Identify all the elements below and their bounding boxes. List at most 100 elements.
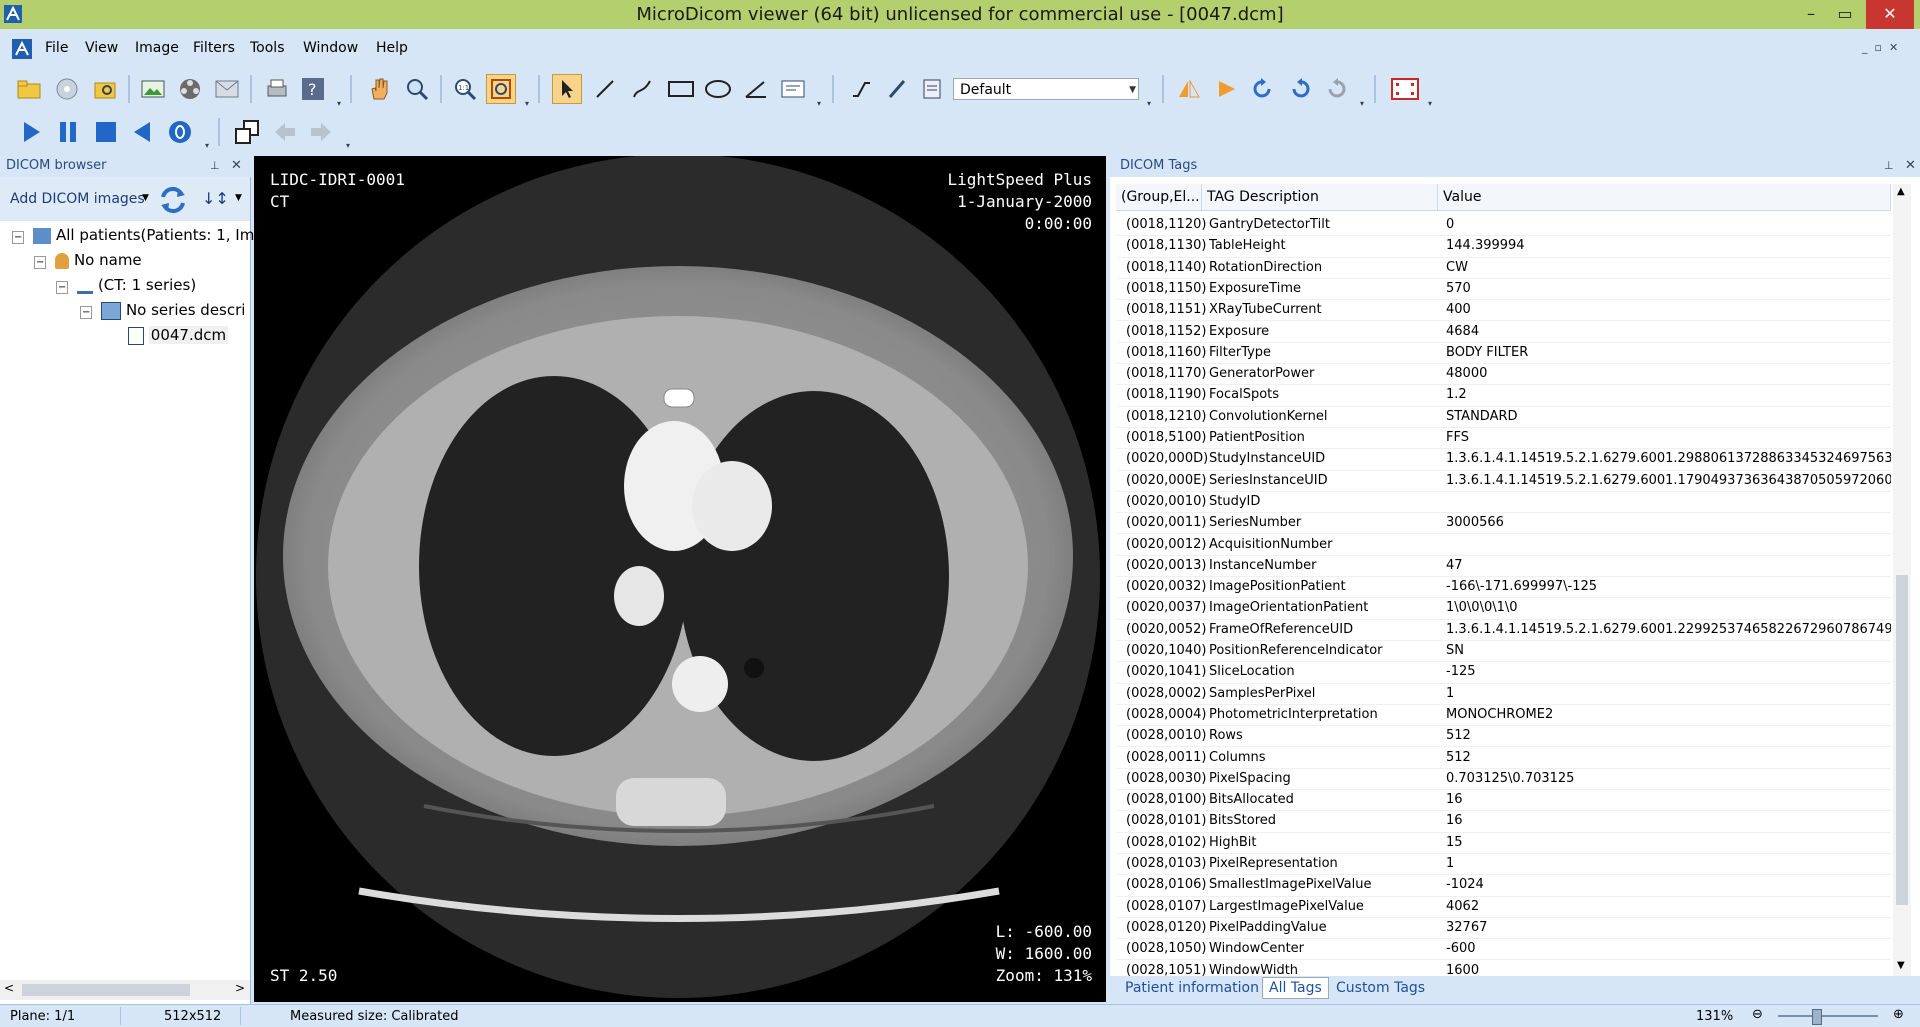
zoom-icon[interactable] (402, 74, 432, 104)
table-row[interactable]: (0018,1190) FocalSpots 1.2 (1116, 384, 1891, 407)
collapse-icon[interactable]: − (80, 306, 93, 319)
table-row[interactable]: (0020,0052) FrameOfReferenceUID 1.3.6.1.4.… (1116, 619, 1891, 641)
close-panel-icon[interactable]: ✕ (231, 155, 242, 177)
tags-scroll-thumb[interactable] (1896, 575, 1908, 905)
tab-all-tags[interactable]: All Tags (1262, 977, 1329, 999)
table-row[interactable]: (0028,1050) WindowCenter -600 (1116, 938, 1891, 961)
line-tool-icon[interactable] (590, 74, 620, 104)
table-row[interactable]: (0028,0030) PixelSpacing 0.703125\0.703125 (1116, 768, 1891, 791)
export-image-icon[interactable] (138, 74, 168, 104)
pin-icon[interactable]: ⊥ (210, 155, 220, 177)
table-row[interactable]: (0020,000E) SeriesInstanceUID 1.3.6.1.4.1.… (1116, 470, 1891, 492)
zoom-actual-size-icon[interactable]: 1:1 (450, 74, 480, 104)
image-viewer[interactable]: LIDC-IDRI-0001 CT LightSpeed Plus 1-Janu… (254, 156, 1106, 1002)
table-row[interactable]: (0020,0013) InstanceNumber 47 (1116, 555, 1891, 578)
table-row[interactable]: (0028,0100) BitsAllocated 16 (1116, 789, 1891, 812)
table-row[interactable]: (0028,0107) LargestImagePixelValue 4062 (1116, 896, 1891, 918)
window-level-curve-icon[interactable] (846, 74, 876, 104)
layout-grid-icon[interactable] (1390, 74, 1420, 104)
scroll-up-icon[interactable]: ▲ (1897, 186, 1905, 197)
table-row[interactable]: (0018,1120) GantryDetectorTilt 0 (1116, 214, 1891, 237)
maximize-button[interactable]: ▭ (1828, 0, 1862, 29)
menu-image[interactable]: Image (135, 40, 179, 56)
ellipse-tool-icon[interactable] (703, 74, 733, 104)
fit-to-window-icon[interactable] (486, 74, 516, 104)
scan-folder-icon[interactable] (90, 74, 120, 104)
table-row[interactable]: (0018,1170) GeneratorPower 48000 (1116, 363, 1891, 386)
table-row[interactable]: (0018,1151) XRayTubeCurrent 400 (1116, 299, 1891, 322)
table-row[interactable]: (0028,0102) HighBit 15 (1116, 832, 1891, 854)
table-row[interactable]: (0028,1051) WindowWidth 1600 (1116, 960, 1891, 977)
table-row[interactable]: (0020,0011) SeriesNumber 3000566 (1116, 512, 1891, 535)
scroll-left-icon[interactable]: < (4, 981, 14, 995)
tree-item-all-patients[interactable]: − All patients(Patients: 1, Ima (12, 223, 264, 248)
tab-custom-tags[interactable]: Custom Tags (1336, 977, 1425, 999)
send-email-icon[interactable] (212, 74, 242, 104)
toolbar-grip[interactable]: ▾ (1360, 99, 1368, 108)
column-header-value[interactable]: Value (1438, 184, 1891, 211)
toolbar-grip[interactable]: ▾ (1147, 99, 1155, 108)
table-row[interactable]: (0018,1140) RotationDirection CW (1116, 257, 1891, 279)
flip-vertical-icon[interactable] (1212, 74, 1242, 104)
collapse-icon[interactable]: − (34, 256, 47, 269)
menu-tools[interactable]: Tools (250, 40, 285, 56)
help-icon[interactable]: ? (298, 74, 328, 104)
table-row[interactable]: (0028,0010) Rows 512 (1116, 725, 1891, 748)
play-icon[interactable] (16, 117, 46, 147)
table-row[interactable]: (0020,0032) ImagePositionPatient -166\-171… (1116, 576, 1891, 599)
rotate-right-icon[interactable] (1285, 74, 1315, 104)
toolbar-grip[interactable]: ▾ (1428, 99, 1436, 108)
window-level-settings-icon[interactable] (918, 74, 948, 104)
export-movie-icon[interactable] (175, 74, 205, 104)
table-row[interactable]: (0028,0002) SamplesPerPixel 1 (1116, 683, 1891, 705)
table-row[interactable]: (0028,0120) PixelPaddingValue 32767 (1116, 917, 1891, 940)
table-row[interactable]: (0018,1160) FilterType BODY FILTER (1116, 342, 1891, 365)
table-row[interactable]: (0018,5100) PatientPosition FFS (1116, 427, 1891, 450)
zoom-slider-handle[interactable] (1812, 1009, 1822, 1025)
column-header-group[interactable]: (Group,El... (1116, 184, 1202, 211)
table-row[interactable]: (0020,0012) AcquisitionNumber (1116, 534, 1891, 556)
toolbar-grip[interactable]: ▾ (346, 141, 354, 150)
app-menu-icon[interactable] (12, 39, 32, 59)
table-row[interactable]: (0020,1040) PositionReferenceIndicator SN (1116, 640, 1891, 663)
scroll-thumb[interactable] (22, 984, 190, 996)
menu-window[interactable]: Window (303, 40, 358, 56)
menu-view[interactable]: View (85, 40, 118, 56)
back-arrow-icon[interactable] (270, 117, 300, 147)
loop-icon[interactable] (165, 117, 195, 147)
close-panel-icon[interactable]: ✕ (1905, 155, 1916, 177)
tree-item-series[interactable]: − No series descri (80, 298, 245, 323)
flip-horizontal-icon[interactable] (1174, 74, 1204, 104)
forward-arrow-icon[interactable] (306, 117, 336, 147)
zoom-in-icon[interactable]: ⊕ (1893, 1007, 1904, 1022)
table-row[interactable]: (0028,0101) BitsStored 16 (1116, 810, 1891, 833)
close-button[interactable]: ✕ (1866, 0, 1914, 29)
mdi-window-controls[interactable]: _ ▫ ✕ (1862, 41, 1898, 54)
scroll-down-icon[interactable]: ▼ (1897, 960, 1905, 971)
table-row[interactable]: (0018,1152) Exposure 4684 (1116, 321, 1891, 343)
collapse-icon[interactable]: − (12, 231, 25, 244)
table-row[interactable]: (0020,1041) SliceLocation -125 (1116, 661, 1891, 684)
browser-hscrollbar[interactable]: < > (0, 980, 250, 1000)
rectangle-tool-icon[interactable] (666, 74, 696, 104)
window-preset-select[interactable]: Default ▼ (953, 78, 1139, 100)
table-row[interactable]: (0028,0004) PhotometricInterpretation MONO… (1116, 704, 1891, 727)
table-row[interactable]: (0020,0010) StudyID (1116, 491, 1891, 514)
freehand-tool-icon[interactable] (627, 74, 657, 104)
toolbar-grip[interactable]: ▾ (525, 99, 533, 108)
table-row[interactable]: (0018,1150) ExposureTime 570 (1116, 278, 1891, 301)
angle-tool-icon[interactable] (741, 74, 771, 104)
minimize-button[interactable]: – (1794, 0, 1828, 29)
table-row[interactable]: (0020,0037) ImageOrientationPatient 1\0\0\… (1116, 597, 1891, 620)
cd-icon[interactable] (52, 74, 82, 104)
chevron-down-icon[interactable]: ▼ (142, 193, 149, 203)
toolbar-grip[interactable]: ▾ (337, 99, 345, 108)
collapse-icon[interactable]: − (56, 281, 69, 294)
play-backward-icon[interactable] (128, 117, 158, 147)
tab-patient-information[interactable]: Patient information (1125, 977, 1259, 999)
zoom-slider[interactable] (1778, 1015, 1878, 1017)
select-arrow-icon[interactable] (552, 74, 582, 104)
tree-item-image[interactable]: 0047.dcm (128, 323, 229, 348)
table-row[interactable]: (0028,0106) SmallestImagePixelValue -1024 (1116, 874, 1891, 897)
toolbar-grip[interactable]: ▾ (205, 141, 213, 150)
